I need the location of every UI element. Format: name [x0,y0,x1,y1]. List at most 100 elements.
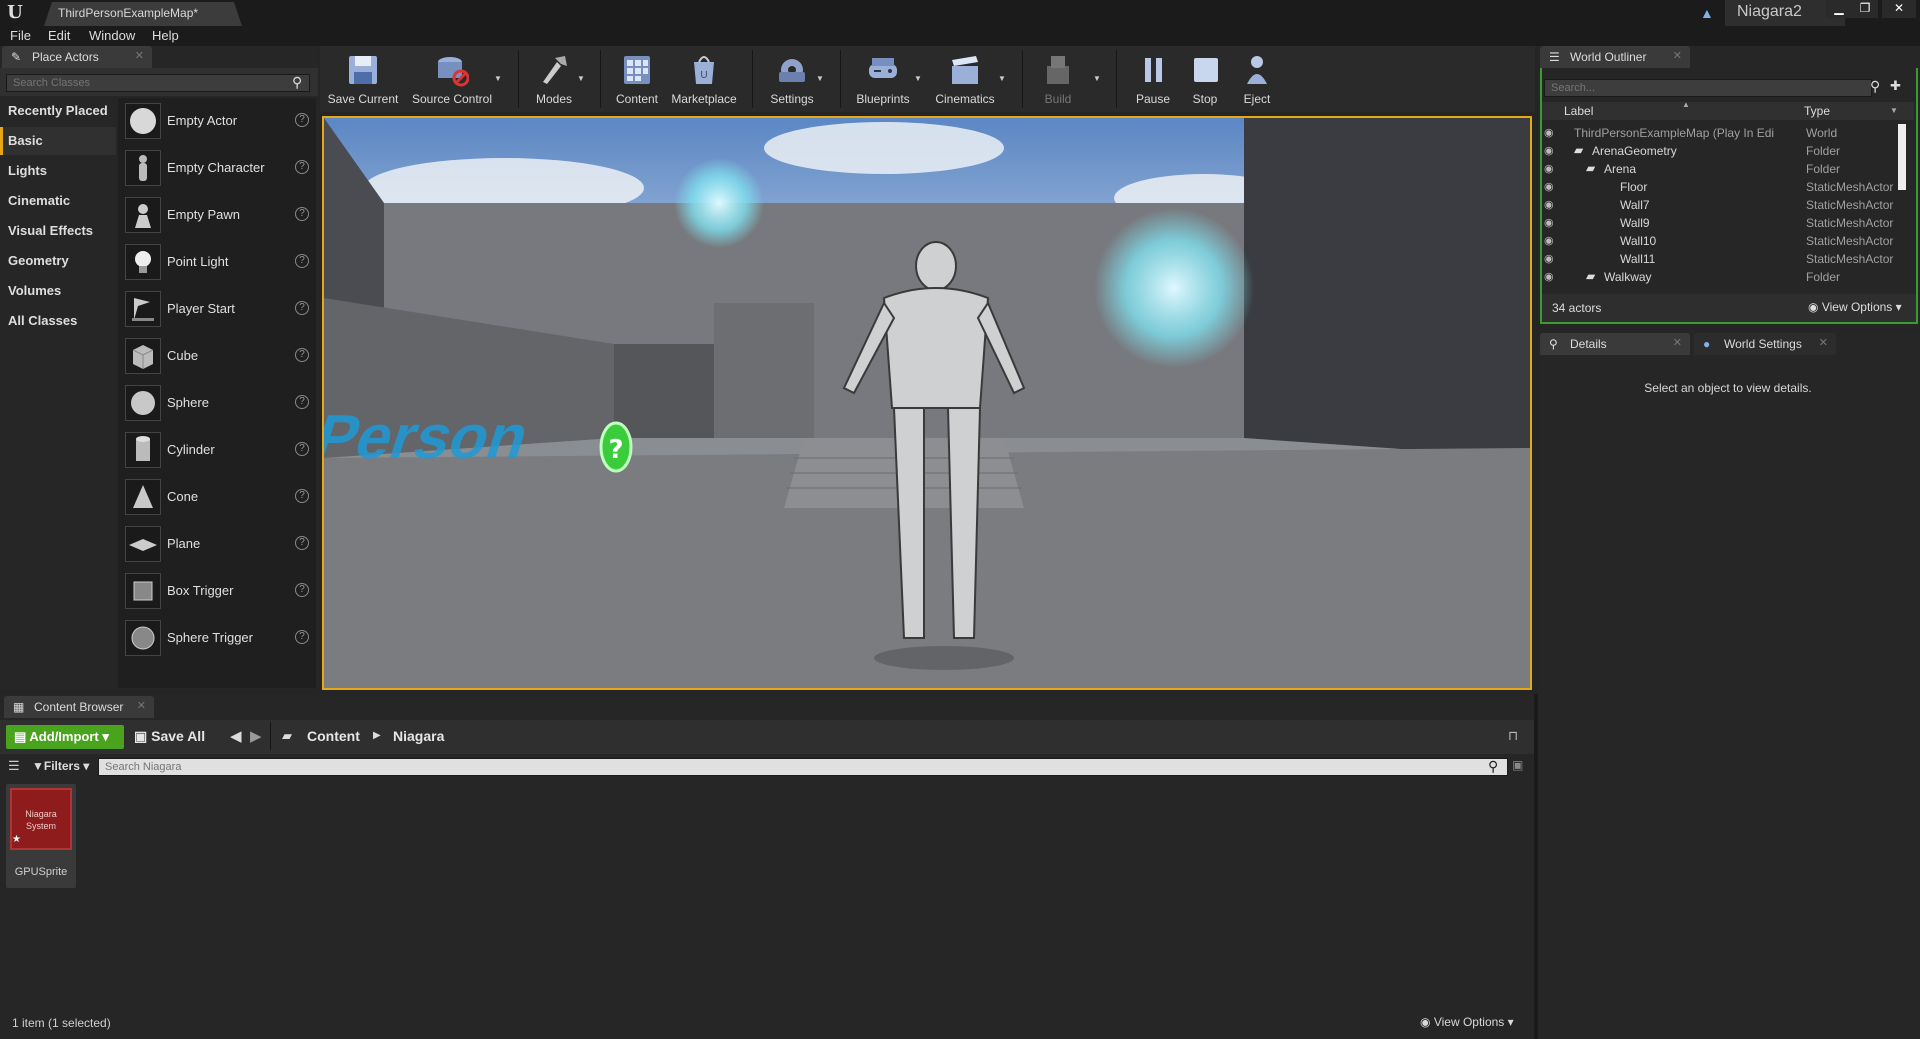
breadcrumb-content[interactable]: Content [307,728,360,744]
breadcrumb-separator-icon[interactable]: ▶ [373,730,381,741]
outliner-row-actor[interactable]: ◉ Wall11 StaticMeshActor [1544,250,1904,268]
sources-toggle-icon[interactable]: ☰ [8,758,20,774]
save-search-icon[interactable]: ▣ [1512,758,1523,772]
close-icon[interactable]: ✕ [1819,336,1828,349]
category-all-classes[interactable]: All Classes [0,307,116,335]
cinematics-button[interactable]: Cinematics [928,50,1002,112]
eye-icon[interactable]: ◉ [1544,162,1554,175]
dropdown-arrow-icon[interactable]: ▼ [494,74,502,83]
tab-place-actors[interactable]: ✎ Place Actors ✕ [2,46,152,68]
category-lights[interactable]: Lights [0,157,116,185]
help-icon[interactable]: ? [295,489,309,503]
close-icon[interactable]: ✕ [1673,49,1682,62]
eye-icon[interactable]: ◉ [1544,126,1554,139]
pause-button[interactable]: Pause [1128,50,1178,112]
actor-item-empty-pawn[interactable]: Empty Pawn ? [125,194,315,240]
marketplace-button[interactable]: U Marketplace [668,50,740,112]
eye-icon[interactable]: ◉ [1544,216,1554,229]
lock-icon[interactable]: ⊓ [1508,728,1518,744]
outliner-scrollbar[interactable] [1898,124,1906,190]
eye-icon[interactable]: ◉ [1544,234,1554,247]
outliner-row-actor[interactable]: ◉ Wall9 StaticMeshActor [1544,214,1904,232]
help-icon[interactable]: ? [295,207,309,221]
asset-tile-gpusprite[interactable]: Niagara System ★ GPUSprite [6,784,76,888]
actor-item-point-light[interactable]: Point Light ? [125,241,315,287]
tab-world-settings[interactable]: ● World Settings ✕ [1694,333,1836,355]
filters-button[interactable]: ▼Filters ▾ [32,759,89,773]
eye-icon[interactable]: ◉ [1544,270,1554,283]
minimize-button[interactable]: ▁ [1826,0,1852,18]
menu-file[interactable]: File [10,28,31,43]
close-icon[interactable]: ✕ [1673,336,1682,349]
outliner-row-actor[interactable]: ◉ Floor StaticMeshActor [1544,178,1904,196]
category-cinematic[interactable]: Cinematic [0,187,116,215]
help-icon[interactable]: ? [295,442,309,456]
dropdown-arrow-icon[interactable]: ▼ [1093,74,1101,83]
search-classes-input[interactable] [6,74,310,92]
help-icon[interactable]: ? [295,583,309,597]
category-basic[interactable]: Basic [0,127,116,155]
actor-item-box-trigger[interactable]: Box Trigger ? [125,570,315,616]
eye-icon[interactable]: ◉ [1544,144,1554,157]
outliner-row-folder[interactable]: ◉ ▰ Walkway Folder [1544,268,1904,286]
category-recently-placed[interactable]: Recently Placed [0,97,116,125]
dropdown-arrow-icon[interactable]: ▼ [816,74,824,83]
close-icon[interactable]: ✕ [137,699,146,712]
stop-button[interactable]: Stop [1180,50,1230,112]
actor-item-cube[interactable]: Cube ? [125,335,315,381]
category-visual-effects[interactable]: Visual Effects [0,217,116,245]
menu-window[interactable]: Window [89,28,135,43]
help-icon[interactable]: ? [295,160,309,174]
level-viewport[interactable]: ird Person ? [322,116,1532,690]
menu-edit[interactable]: Edit [48,28,70,43]
help-icon[interactable]: ? [295,301,309,315]
tab-content-browser[interactable]: ▦ Content Browser ✕ [4,696,154,718]
column-type-header[interactable]: Type [1804,104,1830,118]
dropdown-arrow-icon[interactable]: ▼ [1890,106,1898,115]
actor-item-cylinder[interactable]: Cylinder ? [125,429,315,475]
save-all-button[interactable]: ▣ Save All [134,728,205,745]
source-control-button[interactable]: Source Control [408,50,496,112]
help-icon[interactable]: ? [295,254,309,268]
outliner-row-actor[interactable]: ◉ Wall7 StaticMeshActor [1544,196,1904,214]
actor-item-cone[interactable]: Cone ? [125,476,315,522]
add-folder-icon[interactable]: ✚ [1890,78,1901,94]
outliner-search-input[interactable] [1544,79,1872,97]
outliner-row-folder[interactable]: ◉ ▰ ArenaGeometry Folder [1544,142,1904,160]
view-options-button[interactable]: ◉ View Options ▾ [1808,300,1902,314]
outliner-row-folder[interactable]: ◉ ▰ Arena Folder [1544,160,1904,178]
save-current-button[interactable]: Save Current [326,50,400,112]
actor-item-plane[interactable]: Plane ? [125,523,315,569]
actor-item-sphere-trigger[interactable]: Sphere Trigger ? [125,617,315,663]
back-arrow-icon[interactable]: ◀ [230,727,242,745]
settings-button[interactable]: Settings [760,50,824,112]
modes-button[interactable]: Modes [526,50,582,112]
forward-arrow-icon[interactable]: ▶ [250,727,262,745]
category-geometry[interactable]: Geometry [0,247,116,275]
breadcrumb-niagara[interactable]: Niagara [393,728,444,744]
close-window-button[interactable]: ✕ [1882,0,1916,18]
document-tab[interactable]: ThirdPersonExampleMap* [44,2,242,26]
tab-world-outliner[interactable]: ☰ World Outliner ✕ [1540,46,1690,68]
blueprints-button[interactable]: Blueprints [848,50,918,112]
eye-icon[interactable]: ◉ [1544,198,1554,211]
help-icon[interactable]: ? [295,348,309,362]
build-button[interactable]: Build [1030,50,1086,112]
help-icon[interactable]: ? [295,630,309,644]
actor-item-empty-character[interactable]: Empty Character ? [125,147,315,193]
help-icon[interactable]: ? [295,536,309,550]
maximize-button[interactable]: ❐ [1852,0,1878,18]
tab-details[interactable]: ⚲ Details ✕ [1540,333,1690,355]
view-options-button[interactable]: ◉ View Options ▾ [1420,1015,1514,1029]
close-icon[interactable]: ✕ [135,49,144,62]
actor-item-sphere[interactable]: Sphere ? [125,382,315,428]
help-icon[interactable]: ? [295,395,309,409]
dropdown-arrow-icon[interactable]: ▼ [998,74,1006,83]
eject-button[interactable]: Eject [1232,50,1282,112]
panel-splitter[interactable] [1534,694,1538,1039]
actor-item-empty-actor[interactable]: Empty Actor ? [125,100,315,146]
help-icon[interactable]: ? [295,113,309,127]
column-label-header[interactable]: Label [1564,104,1593,118]
eye-icon[interactable]: ◉ [1544,252,1554,265]
outliner-row-world[interactable]: ◉ ThirdPersonExampleMap (Play In Edi World [1544,124,1904,142]
